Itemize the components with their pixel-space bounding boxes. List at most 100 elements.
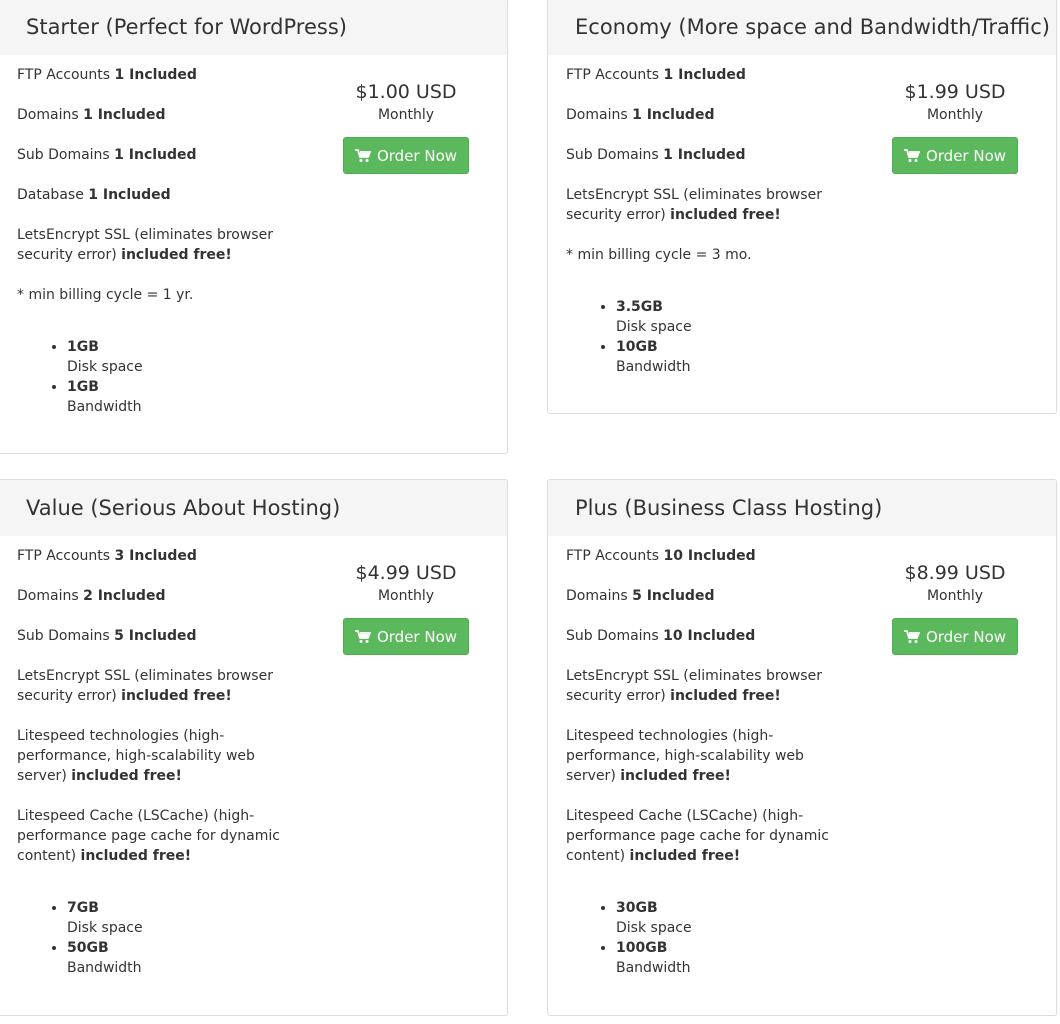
feature-value: 1 Included bbox=[663, 67, 746, 83]
feature-subdomains: Sub Domains 10 Included bbox=[566, 626, 846, 646]
billing-cycle: Monthly bbox=[926, 588, 984, 604]
feature-subdomains: Sub Domains 5 Included bbox=[17, 626, 297, 646]
plan-body: FTP Accounts 10 Included Domains 5 Inclu… bbox=[548, 536, 1056, 978]
plan-card-plus: Plus (Business Class Hosting) FTP Accoun… bbox=[547, 479, 1057, 1016]
feature-list: FTP Accounts 3 Included Domains 2 Includ… bbox=[17, 546, 297, 866]
resource-disk: 7GB Disk space bbox=[67, 898, 507, 938]
resource-list: 7GB Disk space 50GB Bandwidth bbox=[17, 898, 507, 978]
feature-value: 10 Included bbox=[663, 628, 756, 644]
plan-title: Economy (More space and Bandwidth/Traffi… bbox=[548, 0, 1056, 55]
price: $4.99 USD bbox=[355, 562, 457, 584]
feature-value: included free! bbox=[620, 768, 731, 784]
resource-label: Bandwidth bbox=[67, 960, 142, 976]
price: $1.99 USD bbox=[904, 81, 1006, 103]
feature-domains: Domains 5 Included bbox=[566, 586, 846, 606]
feature-label: Sub Domains bbox=[566, 147, 659, 163]
feature-label: FTP Accounts bbox=[566, 67, 660, 83]
price: $1.00 USD bbox=[355, 81, 457, 103]
resource-disk: 3.5GB Disk space bbox=[616, 297, 1056, 337]
feature-domains: Domains 1 Included bbox=[566, 105, 846, 125]
cart-icon bbox=[354, 148, 371, 163]
resource-value: 30GB bbox=[616, 900, 658, 916]
price: $8.99 USD bbox=[904, 562, 1006, 584]
resource-bandwidth: 100GB Bandwidth bbox=[616, 938, 1056, 978]
feature-value: 1 Included bbox=[114, 67, 197, 83]
resource-disk: 30GB Disk space bbox=[616, 898, 1056, 938]
order-now-label: Order Now bbox=[925, 146, 1007, 165]
plan-card-economy: Economy (More space and Bandwidth/Traffi… bbox=[547, 0, 1057, 414]
cart-icon bbox=[903, 629, 920, 644]
feature-database: Database 1 Included bbox=[17, 185, 297, 205]
order-now-label: Order Now bbox=[925, 627, 1007, 646]
billing-cycle: Monthly bbox=[377, 107, 435, 123]
price-box: $8.99 USD Monthly Order Now bbox=[892, 560, 1018, 655]
resource-list: 3.5GB Disk space 10GB Bandwidth bbox=[566, 297, 1056, 377]
feature-list: FTP Accounts 10 Included Domains 5 Inclu… bbox=[566, 546, 846, 866]
feature-value: included free! bbox=[670, 688, 781, 704]
feature-value: included free! bbox=[629, 848, 741, 864]
price-box: $1.99 USD Monthly Order Now bbox=[892, 79, 1018, 174]
feature-domains: Domains 1 Included bbox=[17, 105, 297, 125]
feature-label: FTP Accounts bbox=[17, 67, 111, 83]
order-now-button[interactable]: Order Now bbox=[892, 618, 1018, 655]
feature-lscache: Litespeed Cache (LSCache) (high-performa… bbox=[17, 806, 297, 866]
feature-ftp: FTP Accounts 3 Included bbox=[17, 546, 297, 566]
order-now-button[interactable]: Order Now bbox=[892, 137, 1018, 174]
feature-value: 1 Included bbox=[88, 187, 171, 203]
feature-ftp: FTP Accounts 1 Included bbox=[17, 65, 297, 85]
feature-value: included free! bbox=[670, 207, 781, 223]
resource-value: 100GB bbox=[616, 940, 668, 956]
resource-label: Disk space bbox=[616, 319, 692, 335]
feature-list: FTP Accounts 1 Included Domains 1 Includ… bbox=[566, 65, 846, 265]
feature-value: 1 Included bbox=[632, 107, 715, 123]
feature-label: Sub Domains bbox=[17, 628, 110, 644]
plan-title: Plus (Business Class Hosting) bbox=[548, 480, 1056, 536]
plan-body: FTP Accounts 3 Included Domains 2 Includ… bbox=[0, 536, 507, 978]
feature-litespeed: Litespeed technologies (high-performance… bbox=[17, 726, 297, 786]
feature-subdomains: Sub Domains 1 Included bbox=[17, 145, 297, 165]
plan-body: FTP Accounts 1 Included Domains 1 Includ… bbox=[0, 55, 507, 417]
order-now-button[interactable]: Order Now bbox=[343, 618, 469, 655]
feature-value: included free! bbox=[80, 848, 192, 864]
feature-subdomains: Sub Domains 1 Included bbox=[566, 145, 846, 165]
resource-bandwidth: 50GB Bandwidth bbox=[67, 938, 507, 978]
feature-label: Database bbox=[17, 187, 84, 203]
plan-title: Value (Serious About Hosting) bbox=[0, 480, 507, 536]
feature-ssl: LetsEncrypt SSL (eliminates browser secu… bbox=[17, 225, 297, 265]
resource-value: 10GB bbox=[616, 339, 658, 355]
feature-label: Sub Domains bbox=[566, 628, 659, 644]
feature-label: Domains bbox=[566, 588, 628, 604]
resource-value: 50GB bbox=[67, 940, 109, 956]
feature-litespeed: Litespeed technologies (high-performance… bbox=[566, 726, 846, 786]
feature-value: included free! bbox=[71, 768, 182, 784]
cart-icon bbox=[903, 148, 920, 163]
billing-cycle: Monthly bbox=[377, 588, 435, 604]
feature-value: 3 Included bbox=[114, 548, 197, 564]
feature-ssl: LetsEncrypt SSL (eliminates browser secu… bbox=[566, 666, 846, 706]
feature-ssl: LetsEncrypt SSL (eliminates browser secu… bbox=[566, 185, 846, 225]
resource-bandwidth: 10GB Bandwidth bbox=[616, 337, 1056, 377]
plan-title: Starter (Perfect for WordPress) bbox=[0, 0, 507, 55]
resource-label: Disk space bbox=[67, 359, 143, 375]
feature-ftp: FTP Accounts 10 Included bbox=[566, 546, 846, 566]
feature-value: 1 Included bbox=[663, 147, 746, 163]
billing-note: * min billing cycle = 1 yr. bbox=[17, 287, 194, 303]
order-now-button[interactable]: Order Now bbox=[343, 137, 469, 174]
feature-label: Domains bbox=[566, 107, 628, 123]
price-box: $1.00 USD Monthly Order Now bbox=[343, 79, 469, 174]
feature-value: 1 Included bbox=[114, 147, 197, 163]
resource-list: 30GB Disk space 100GB Bandwidth bbox=[566, 898, 1056, 978]
feature-ftp: FTP Accounts 1 Included bbox=[566, 65, 846, 85]
feature-value: included free! bbox=[121, 247, 232, 263]
feature-value: 5 Included bbox=[632, 588, 715, 604]
feature-label: Domains bbox=[17, 107, 79, 123]
plan-card-starter: Starter (Perfect for WordPress) FTP Acco… bbox=[0, 0, 508, 454]
feature-value: 1 Included bbox=[83, 107, 166, 123]
resource-label: Disk space bbox=[616, 920, 692, 936]
resource-value: 1GB bbox=[67, 379, 99, 395]
resource-label: Disk space bbox=[67, 920, 143, 936]
price-box: $4.99 USD Monthly Order Now bbox=[343, 560, 469, 655]
resource-value: 3.5GB bbox=[616, 299, 663, 315]
resource-disk: 1GB Disk space bbox=[67, 337, 507, 377]
resource-label: Bandwidth bbox=[67, 399, 142, 415]
